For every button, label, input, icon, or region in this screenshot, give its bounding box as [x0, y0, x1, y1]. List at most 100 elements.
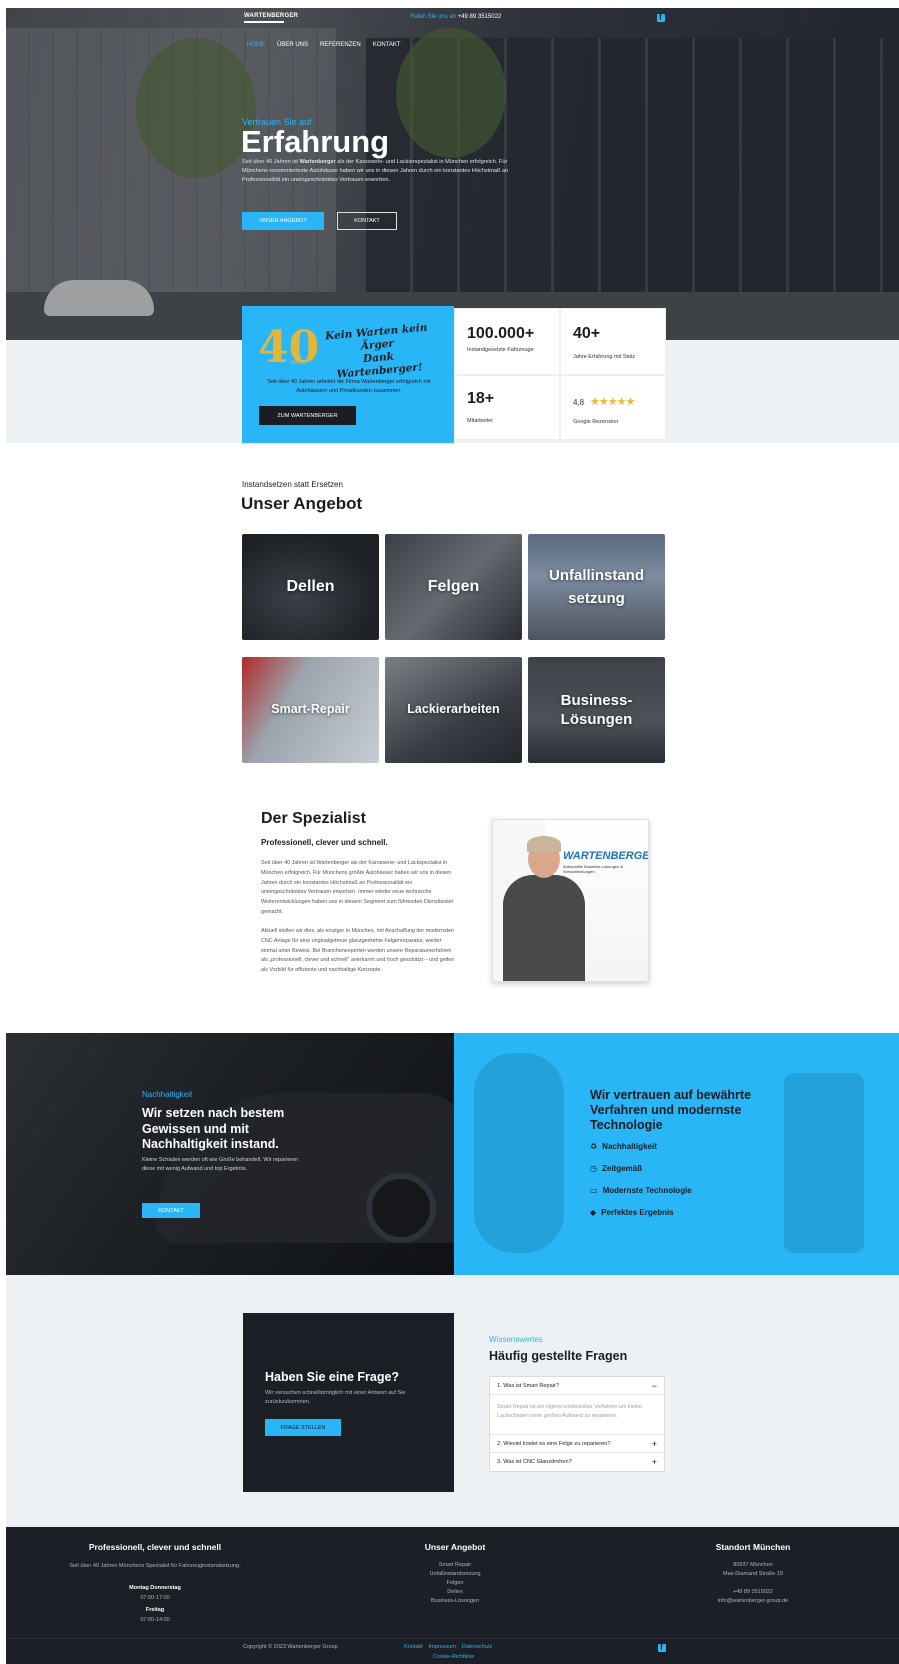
facebook-icon[interactable]	[658, 1643, 666, 1652]
sustainability-title: Wir setzen nach bestem Gewissen und mit …	[142, 1106, 285, 1151]
footer-divider	[6, 1638, 899, 1639]
owner-portrait: WARTENBERGER Automobile Business-Lösunge…	[492, 819, 649, 982]
stat-label: Mitarbeiter	[467, 418, 493, 424]
specialist-paragraph: Aktuell stellen wir dies, als einziger i…	[261, 928, 455, 974]
specialist-paragraph: Seit über 40 Jahren ist Wartenberger als…	[261, 860, 454, 915]
footer-offer-link[interactable]: Dellen	[395, 1588, 515, 1597]
offer-kicker: Instandsetzen statt Ersetzen	[242, 480, 343, 489]
ask-question-button[interactable]: FRAGE STELLEN	[265, 1419, 341, 1436]
expand-icon[interactable]: +	[652, 1457, 657, 1467]
clock-icon: ◷	[590, 1164, 597, 1173]
sustainability-panel	[6, 1033, 454, 1275]
portrait-tagline: Automobile Business-Lösungen & Servicele…	[563, 864, 624, 874]
faq-question[interactable]: 3. Was ist CNC Glanzdrehen? +	[490, 1453, 664, 1471]
stat-value: 100.000+	[467, 325, 535, 342]
legal-link-impressum[interactable]: Impressum	[429, 1644, 456, 1650]
tile-smart-repair[interactable]: Smart-Repair	[242, 657, 379, 763]
legal-link-kontakt[interactable]: Kontakt	[404, 1644, 423, 1650]
promo-slogan: Kein Warten kein Ärger Dank Wartenberger…	[316, 321, 440, 383]
portrait-body	[503, 875, 585, 981]
nav-ueber-uns[interactable]: ÜBER UNS	[277, 42, 308, 48]
hours-day: Freitag	[145, 1607, 165, 1613]
tile-business-loesungen[interactable]: Business- Lösungen	[528, 657, 665, 763]
collapse-icon[interactable]: −	[652, 1381, 657, 1391]
gem-icon: ◆	[590, 1208, 597, 1217]
expand-icon[interactable]: +	[652, 1439, 657, 1449]
feature-item: ◷ Zeitgemäß	[590, 1164, 642, 1173]
faq-accordion: 1. Was ist Smart Repair? − Smart Repair i…	[489, 1376, 665, 1472]
footer-email[interactable]: info@wartenberger-group.de	[690, 1597, 816, 1606]
facebook-icon[interactable]	[657, 13, 665, 22]
faq-title: Häufig gestellte Fragen	[489, 1349, 628, 1363]
technology-panel	[454, 1033, 899, 1275]
feature-item: ♻ Nachhaltigkeit	[590, 1142, 657, 1151]
logo-text: WARTENBERGER	[244, 13, 299, 19]
footer-address-street: Max-Diamand Straße 19	[723, 1571, 783, 1577]
tile-lackierarbeiten[interactable]: Lackierarbeiten	[385, 657, 522, 763]
footer-col2-title: Unser Angebot	[424, 1542, 486, 1552]
hero-text: Seit über 40 Jahren ist Wartenberger als…	[242, 158, 520, 185]
main-nav: HOME ÜBER UNS REFERENZEN KONTAKT	[247, 42, 401, 48]
copyright: Copyright © 2023 Wartenberger Group	[243, 1644, 338, 1650]
footer-offer-link[interactable]: Felgen	[395, 1579, 515, 1588]
hours-time: 07:00-14:00	[140, 1617, 170, 1623]
hours-time: 07:00-17:00	[140, 1595, 170, 1601]
tile-label: Lackierarbeiten	[407, 702, 500, 717]
faq-question-text: 3. Was ist CNC Glanzdrehen?	[497, 1459, 572, 1465]
footer-address-city: 80937 München	[733, 1562, 773, 1568]
hours-day: Montag Donnerstag	[129, 1585, 181, 1591]
car-wheel	[366, 1173, 436, 1243]
tile-felgen[interactable]: Felgen	[385, 534, 522, 640]
hero-contact-button[interactable]: KONTAKT	[337, 212, 397, 230]
hero-text-brand: Wartenberger	[299, 159, 336, 165]
legal-links: Kontakt Impressum Datenschutz	[404, 1644, 492, 1650]
tile-label: Felgen	[427, 577, 480, 595]
sustainability-kicker: Nachhaltigkeit	[142, 1090, 193, 1099]
offer-title: Unser Angebot	[241, 494, 363, 513]
portrait-hair	[527, 836, 561, 852]
legal-link-datenschutz[interactable]: Datenschutz	[462, 1644, 493, 1650]
tile-label: Dellen	[286, 577, 335, 595]
footer-offer-link[interactable]: Business-Lösungen	[395, 1597, 515, 1606]
nav-kontakt[interactable]: KONTAKT	[373, 42, 401, 48]
offer-button[interactable]: UNSER ANGEBOT	[242, 212, 324, 230]
question-title: Haben Sie eine Frage?	[265, 1370, 400, 1384]
tile-unfallinstandsetzung[interactable]: Unfallinstand setzung	[528, 534, 665, 640]
faq-answer: Smart Repair ist ein eigens entwickeltes…	[490, 1395, 664, 1435]
tile-dellen[interactable]: Dellen	[242, 534, 379, 640]
footer-offer-link[interactable]: Unfallinstandsetzung	[395, 1570, 515, 1579]
footer-col1-text: Seit über 40 Jahren Münchens Spezialist …	[69, 1563, 241, 1569]
sustainability-text: Kleine Schäden werden oft wie Große beha…	[142, 1157, 299, 1172]
site-logo[interactable]: WARTENBERGER	[244, 13, 299, 23]
footer-phone[interactable]: +49 89 3515022	[690, 1588, 816, 1597]
feature-label: Perfektes Ergebnis	[601, 1208, 674, 1217]
specialist-title: Der Spezialist	[261, 810, 366, 827]
monitor-icon: ▭	[590, 1186, 598, 1195]
top-contact[interactable]: Rufen Sie uns an +49 89 3515022	[410, 14, 501, 20]
stat-label: Jahre Erfahrung mit Stolz	[573, 354, 636, 360]
feature-item: ▭ Modernste Technologie	[590, 1186, 692, 1195]
hero-title: Erfahrung	[241, 124, 390, 159]
nav-home[interactable]: HOME	[247, 42, 265, 48]
faq-question[interactable]: 2. Wieviel kostet es eine Felge zu repar…	[490, 1435, 664, 1453]
tile-label: setzung	[568, 590, 625, 607]
faq-question-text: 1. Was ist Smart Repair?	[497, 1382, 559, 1389]
feature-label: Nachhaltigkeit	[602, 1142, 657, 1151]
sustainability-contact-button[interactable]: KONTAKT	[142, 1203, 200, 1218]
rating-value: 4,8	[573, 398, 585, 407]
technology-title: Wir vertrauen auf bewährte Verfahren und…	[590, 1088, 752, 1132]
footer-offer-link[interactable]: Smart Repair	[395, 1561, 515, 1570]
promo-button[interactable]: ZUM WARTENBERGER	[259, 406, 356, 425]
tile-label: Smart-Repair	[271, 702, 350, 717]
rating-stars: ★★★★★	[590, 396, 635, 408]
faq-kicker: Wissenswertes	[489, 1335, 543, 1344]
faq-question[interactable]: 1. Was ist Smart Repair? −	[490, 1377, 664, 1395]
cookie-policy-link[interactable]: Cookie-Richtlinie	[433, 1654, 474, 1660]
stat-label: Google Rezension	[573, 419, 619, 425]
contact-phone[interactable]: +49 89 3515022	[458, 14, 502, 20]
machine-shape	[474, 1053, 564, 1253]
stat-label: Instandgesetzte Fahrzeuge	[467, 347, 534, 353]
nav-referenzen[interactable]: REFERENZEN	[320, 42, 361, 48]
promo-text: Seit über 40 Jahren arbeitet die Firma W…	[267, 379, 431, 392]
footer-col1-title: Professionell, clever und schnell	[88, 1542, 222, 1552]
